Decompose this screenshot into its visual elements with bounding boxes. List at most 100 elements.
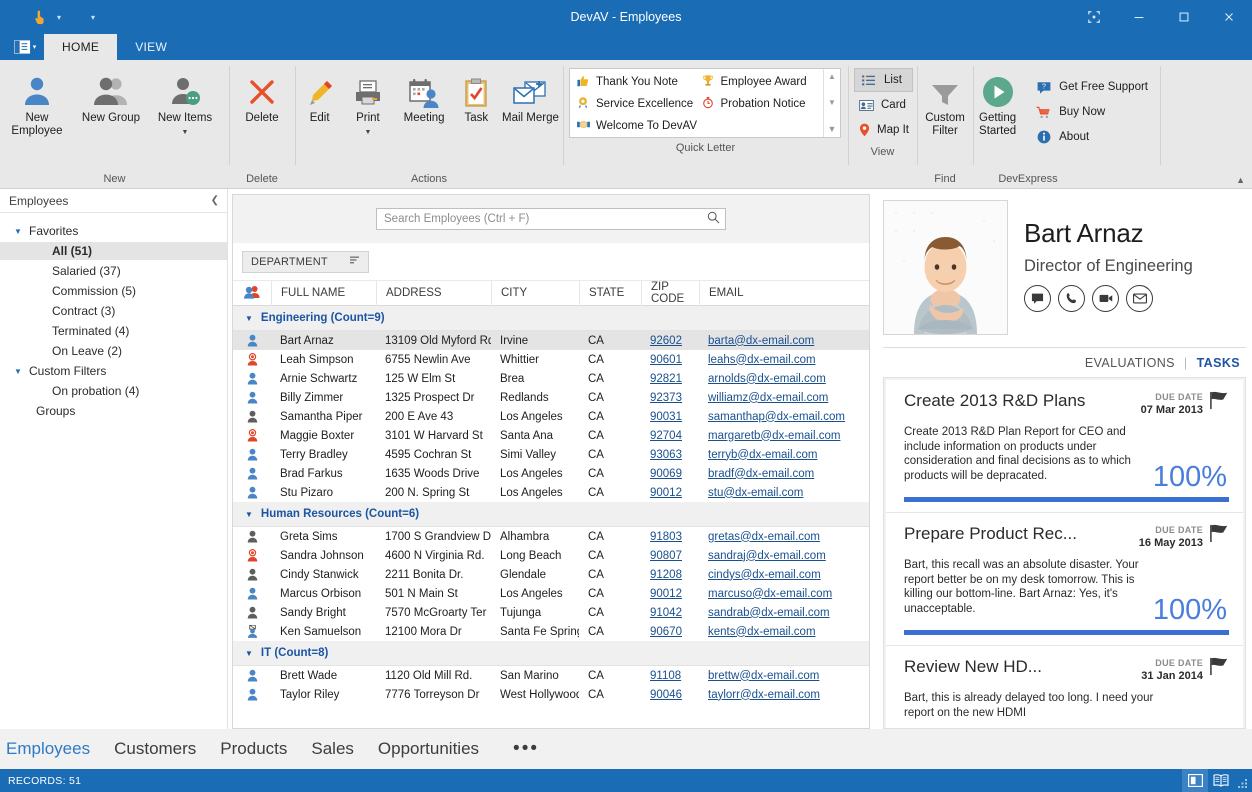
dropdown-more-icon[interactable]: ▼ [828,124,837,134]
cell-email[interactable]: bradf@dx-email.com [699,468,869,480]
minimize-icon[interactable] [1116,0,1161,34]
phone-icon[interactable] [1058,285,1085,312]
cell-zip-code[interactable]: 90601 [641,354,699,366]
tab-tasks[interactable]: TASKS [1197,356,1240,370]
cell-zip-code[interactable]: 92373 [641,392,699,404]
cell-zip-code[interactable]: 92821 [641,373,699,385]
cell-email[interactable]: margaretb@dx-email.com [699,430,869,442]
view-list-button[interactable]: List [854,68,913,92]
chevron-down-icon[interactable]: ▼ [364,130,371,136]
table-row[interactable]: Cindy Stanwick2211 Bonita Dr.GlendaleCA9… [233,565,869,584]
bottom-nav-sales[interactable]: Sales [311,739,354,759]
delete-button[interactable]: Delete [229,67,295,125]
bottom-nav-products[interactable]: Products [220,739,287,759]
nav-item-terminated[interactable]: Terminated (4) [0,322,227,340]
cell-zip-code[interactable]: 91042 [641,607,699,619]
table-row[interactable]: Samantha Piper200 E Ave 43Los AngelesCA9… [233,407,869,426]
column-header-state[interactable]: STATE [579,281,641,306]
search-box[interactable] [376,208,726,230]
column-header-full-name[interactable]: FULL NAME [271,281,376,306]
column-header-icon[interactable] [233,281,271,306]
grid-group-header[interactable]: ▼Human Resources (Count=6) [233,502,869,527]
table-row[interactable]: Maggie Boxter3101 W Harvard StSanta AnaC… [233,426,869,445]
print-button[interactable]: Print ▼ [342,67,393,136]
split-view-icon[interactable] [1182,769,1208,792]
touch-mode-icon[interactable] [28,6,50,28]
cell-email[interactable]: arnolds@dx-email.com [699,373,869,385]
sort-asc-icon[interactable] [350,256,360,268]
cell-email[interactable]: sandraj@dx-email.com [699,550,869,562]
maximize-icon[interactable] [1161,0,1206,34]
nav-group-favorites[interactable]: ▼ Favorites [0,222,227,240]
gallery-item-employee-award[interactable]: Employee Award [699,71,824,93]
tab-evaluations[interactable]: EVALUATIONS [1085,356,1175,370]
column-header-city[interactable]: CITY [491,281,579,306]
group-panel[interactable]: DEPARTMENT [233,243,869,281]
cell-zip-code[interactable]: 91803 [641,531,699,543]
resize-grip-icon[interactable] [1234,769,1252,792]
custom-filter-button[interactable]: Custom Filter [917,67,973,138]
search-icon[interactable] [707,211,720,227]
tab-home[interactable]: HOME [44,34,117,60]
grid-group-header[interactable]: ▼Engineering (Count=9) [233,306,869,331]
cell-email[interactable]: terryb@dx-email.com [699,449,869,461]
cell-email[interactable]: marcuso@dx-email.com [699,588,869,600]
cell-zip-code[interactable]: 90046 [641,689,699,701]
chevron-down-icon[interactable]: ▼ [245,510,253,519]
cell-email[interactable]: sandrab@dx-email.com [699,607,869,619]
cell-zip-code[interactable]: 90807 [641,550,699,562]
chevron-down-icon[interactable]: ▼ [245,649,253,658]
nav-item-all[interactable]: All (51) [0,242,227,260]
fullscreen-icon[interactable] [1071,0,1116,34]
cell-zip-code[interactable]: 90031 [641,411,699,423]
bottom-nav-customers[interactable]: Customers [114,739,196,759]
new-group-button[interactable]: New Group [74,67,148,125]
flag-icon[interactable] [1208,524,1229,546]
email-icon[interactable] [1126,285,1153,312]
nav-item-contract[interactable]: Contract (3) [0,302,227,320]
ribbon-collapse-icon[interactable]: ▲ [1236,175,1245,185]
search-input[interactable] [384,213,707,225]
cell-email[interactable]: barta@dx-email.com [699,335,869,347]
task-card[interactable]: Prepare Product Rec...DUE DATE16 May 201… [886,513,1243,646]
task-list[interactable]: Create 2013 R&D PlansDUE DATE07 Mar 2013… [883,377,1246,729]
flag-icon[interactable] [1208,391,1229,413]
cell-email[interactable]: kents@dx-email.com [699,626,869,638]
cell-zip-code[interactable]: 90069 [641,468,699,480]
reading-view-icon[interactable] [1208,769,1234,792]
chevron-down-icon[interactable]: ▼ [182,130,189,136]
bottom-nav-overflow-icon[interactable]: ••• [513,738,539,760]
cell-email[interactable]: brettw@dx-email.com [699,670,869,682]
table-row[interactable]: Marcus Orbison501 N Main StLos AngelesCA… [233,584,869,603]
column-header-email[interactable]: EMAIL [699,281,869,306]
bottom-nav-employees[interactable]: Employees [6,739,90,759]
scroll-down-icon[interactable]: ▼ [828,98,836,107]
tab-view[interactable]: VIEW [117,34,185,60]
bottom-nav-opportunities[interactable]: Opportunities [378,739,479,759]
nav-group-custom-filters[interactable]: ▼ Custom Filters [0,362,227,380]
task-button[interactable]: Task [455,67,498,125]
new-employee-button[interactable]: New Employee [0,67,74,138]
quick-letter-gallery[interactable]: Thank You Note Employee Award Service Ex… [569,68,841,138]
gallery-scrollbar[interactable]: ▲ ▼ ▼ [823,69,840,137]
column-header-zip-code[interactable]: ZIP CODE [641,281,699,306]
table-row[interactable]: Brad Farkus1635 Woods DriveLos AngelesCA… [233,464,869,483]
get-free-support-button[interactable]: ? Get Free Support [1030,75,1156,99]
table-row[interactable]: Stu Pizaro200 N. Spring StLos AngelesCA9… [233,483,869,502]
buy-now-button[interactable]: Buy Now [1030,100,1156,124]
scroll-up-icon[interactable]: ▲ [828,72,836,81]
table-row[interactable]: Sandy Bright7570 McGroarty TerTujungaCA9… [233,603,869,622]
table-row[interactable]: Billy Zimmer1325 Prospect DrRedlandsCA92… [233,388,869,407]
nav-group-groups[interactable]: Groups [0,402,227,420]
getting-started-button[interactable]: Getting Started [973,67,1022,138]
cell-email[interactable]: taylorr@dx-email.com [699,689,869,701]
cell-zip-code[interactable]: 91108 [641,670,699,682]
cell-zip-code[interactable]: 90012 [641,487,699,499]
gallery-item-thank-you-note[interactable]: Thank You Note [574,71,699,93]
meeting-button[interactable]: Meeting [394,67,455,125]
cell-zip-code[interactable]: 90012 [641,588,699,600]
table-row[interactable]: Greta Sims1700 S Grandview Dr.AlhambraCA… [233,527,869,546]
table-row[interactable]: Terry Bradley4595 Cochran StSimi ValleyC… [233,445,869,464]
table-row[interactable]: Leah Simpson6755 Newlin AveWhittierCA906… [233,350,869,369]
table-row[interactable]: Bart Arnaz13109 Old Myford RdIrvineCA926… [233,331,869,350]
